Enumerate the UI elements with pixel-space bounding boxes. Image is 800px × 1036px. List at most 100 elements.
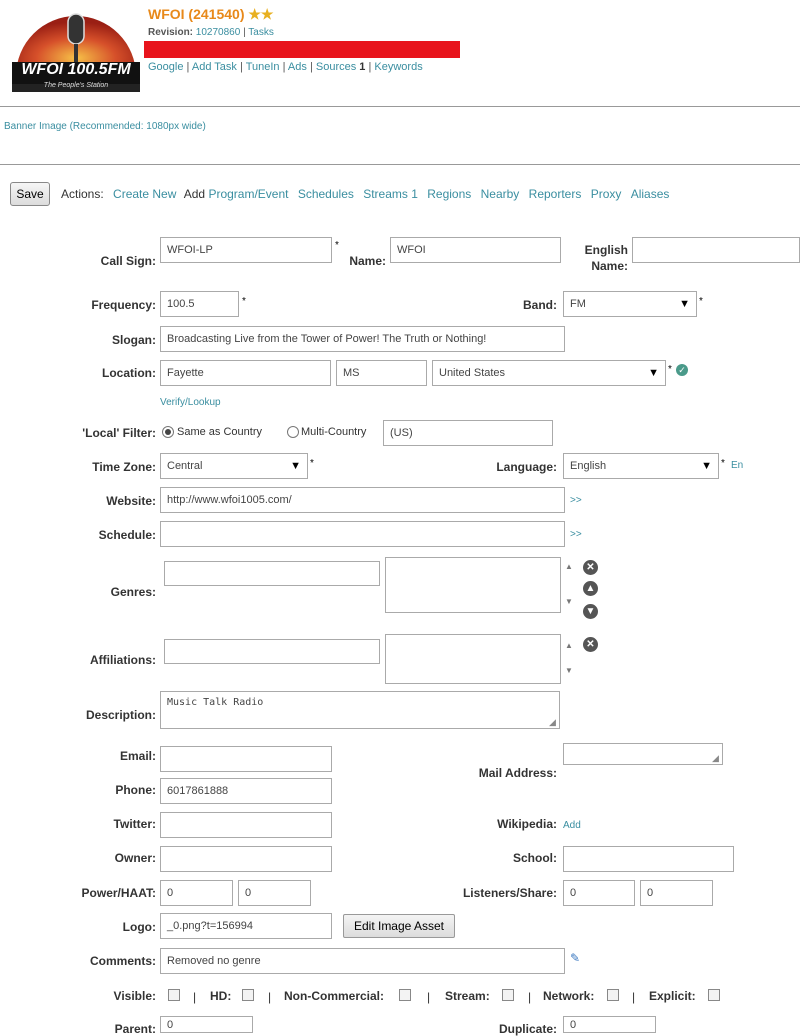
tunein-link[interactable]: TuneIn [246,61,280,73]
required-marker: * [335,240,339,251]
genres-list[interactable] [385,557,561,613]
school-label: School: [513,851,557,865]
city-input[interactable]: Fayette [160,360,331,386]
verify-lookup-link[interactable]: Verify/Lookup [160,397,221,408]
band-label: Band: [523,298,557,312]
same-as-country-radio[interactable] [162,426,174,438]
affiliations-scroll-up-icon[interactable]: ▲ [565,641,573,650]
aliases-link[interactable]: Aliases [631,187,670,201]
slogan-input[interactable]: Broadcasting Live from the Tower of Powe… [160,326,565,352]
revision-line: Revision: 10270860 | Tasks [148,27,274,38]
wikipedia-add-link[interactable]: Add [563,820,581,831]
edit-image-asset-button[interactable]: Edit Image Asset [343,914,455,938]
affiliations-label: Affiliations: [90,653,156,667]
affiliations-list[interactable] [385,634,561,684]
description-textarea[interactable]: Music Talk Radio [160,691,560,729]
email-input[interactable] [160,746,332,772]
verified-check-icon[interactable]: ✓ [676,364,688,376]
wikipedia-label: Wikipedia: [497,817,557,831]
comments-input[interactable]: Removed no genre [160,948,565,974]
frequency-input[interactable]: 100.5 [160,291,239,317]
listeners-input[interactable]: 0 [563,880,635,906]
google-link[interactable]: Google [148,61,183,73]
mail-resize-grip-icon[interactable]: ◢ [712,753,719,764]
affiliations-search-input[interactable] [164,639,380,664]
station-title[interactable]: WFOI (241540) ★★ [148,6,273,23]
multi-country-label: Multi-Country [301,426,367,438]
share-input[interactable]: 0 [640,880,713,906]
genre-move-up-icon[interactable]: ▲ [583,581,598,596]
schedules-link[interactable]: Schedules [298,187,354,201]
owner-label: Owner: [114,851,156,865]
website-input[interactable]: http://www.wfoi1005.com/ [160,487,565,513]
explicit-label: Explicit: [649,989,696,1003]
state-input[interactable]: MS [336,360,427,386]
parent-label: Parent: [114,1022,156,1036]
genre-move-down-icon[interactable]: ▼ [583,604,598,619]
mail-address-textarea[interactable] [563,743,723,765]
sources-link[interactable]: Sources [316,61,356,73]
genres-search-input[interactable] [164,561,380,586]
affiliations-scroll-down-icon[interactable]: ▼ [565,666,573,675]
reporters-link[interactable]: Reporters [529,187,582,201]
explicit-checkbox[interactable] [708,989,720,1001]
call-sign-input[interactable]: WFOI-LP [160,237,332,263]
timezone-select[interactable]: Central [160,453,308,479]
filter-input[interactable]: (US) [383,420,553,446]
genres-scroll-up-icon[interactable]: ▲ [565,562,573,571]
genres-label: Genres: [110,585,156,599]
language-select[interactable]: English [563,453,719,479]
affiliation-remove-icon[interactable]: ✕ [583,637,598,652]
website-more-link[interactable]: >> [570,495,582,506]
genres-scroll-down-icon[interactable]: ▼ [565,597,573,606]
ads-link[interactable]: Ads [288,61,307,73]
save-button[interactable]: Save [10,182,50,206]
tasks-link[interactable]: Tasks [248,27,274,38]
email-label: Email: [119,749,156,763]
banner-image-link[interactable]: Banner Image (Recommended: 1080px wide) [4,121,206,132]
add-program-link[interactable]: Program/Event [208,187,288,201]
twitter-input[interactable] [160,812,332,838]
stream-checkbox[interactable] [502,989,514,1001]
call-sign-label: Call Sign: [100,254,156,268]
band-select[interactable]: FM [563,291,697,317]
multi-country-radio[interactable] [287,426,299,438]
proxy-link[interactable]: Proxy [591,187,622,201]
phone-input[interactable]: 6017861888 [160,778,332,804]
nearby-link[interactable]: Nearby [481,187,520,201]
rating-stars-icon[interactable]: ★★ [248,6,273,22]
power-input[interactable]: 0 [160,880,233,906]
hd-checkbox[interactable] [242,989,254,1001]
haat-input[interactable]: 0 [238,880,311,906]
language-code-link[interactable]: En [731,460,743,471]
keywords-link[interactable]: Keywords [374,61,422,73]
logo-label: Logo: [122,920,156,934]
name-input[interactable]: WFOI [390,237,561,263]
country-select[interactable]: United States [432,360,666,386]
schedule-input[interactable] [160,521,565,547]
phone-label: Phone: [115,783,156,797]
visible-checkbox[interactable] [168,989,180,1001]
edit-pencil-icon[interactable]: ✎ [570,951,580,965]
create-new-link[interactable]: Create New [113,187,176,201]
station-logo: WFOI 100.5FM The People's Station [10,6,142,92]
add-task-link[interactable]: Add Task [192,61,237,73]
comments-label: Comments: [89,954,156,968]
school-input[interactable] [563,846,734,872]
network-checkbox[interactable] [607,989,619,1001]
owner-input[interactable] [160,846,332,872]
language-label: Language: [496,460,557,474]
slogan-label: Slogan: [112,333,156,347]
genre-remove-icon[interactable]: ✕ [583,560,598,575]
schedule-more-link[interactable]: >> [570,529,582,540]
resize-grip-icon[interactable]: ◢ [549,717,556,728]
regions-link[interactable]: Regions [427,187,471,201]
parent-input[interactable]: 0 [160,1016,253,1033]
duplicate-input[interactable]: 0 [563,1016,656,1033]
logo-input[interactable]: _0.png?t=156994 [160,913,332,939]
non-commercial-checkbox[interactable] [399,989,411,1001]
revision-link[interactable]: 10270860 [196,27,241,38]
streams-link[interactable]: Streams 1 [363,187,418,201]
name-label: Name: [349,254,386,268]
english-name-input[interactable] [632,237,800,263]
